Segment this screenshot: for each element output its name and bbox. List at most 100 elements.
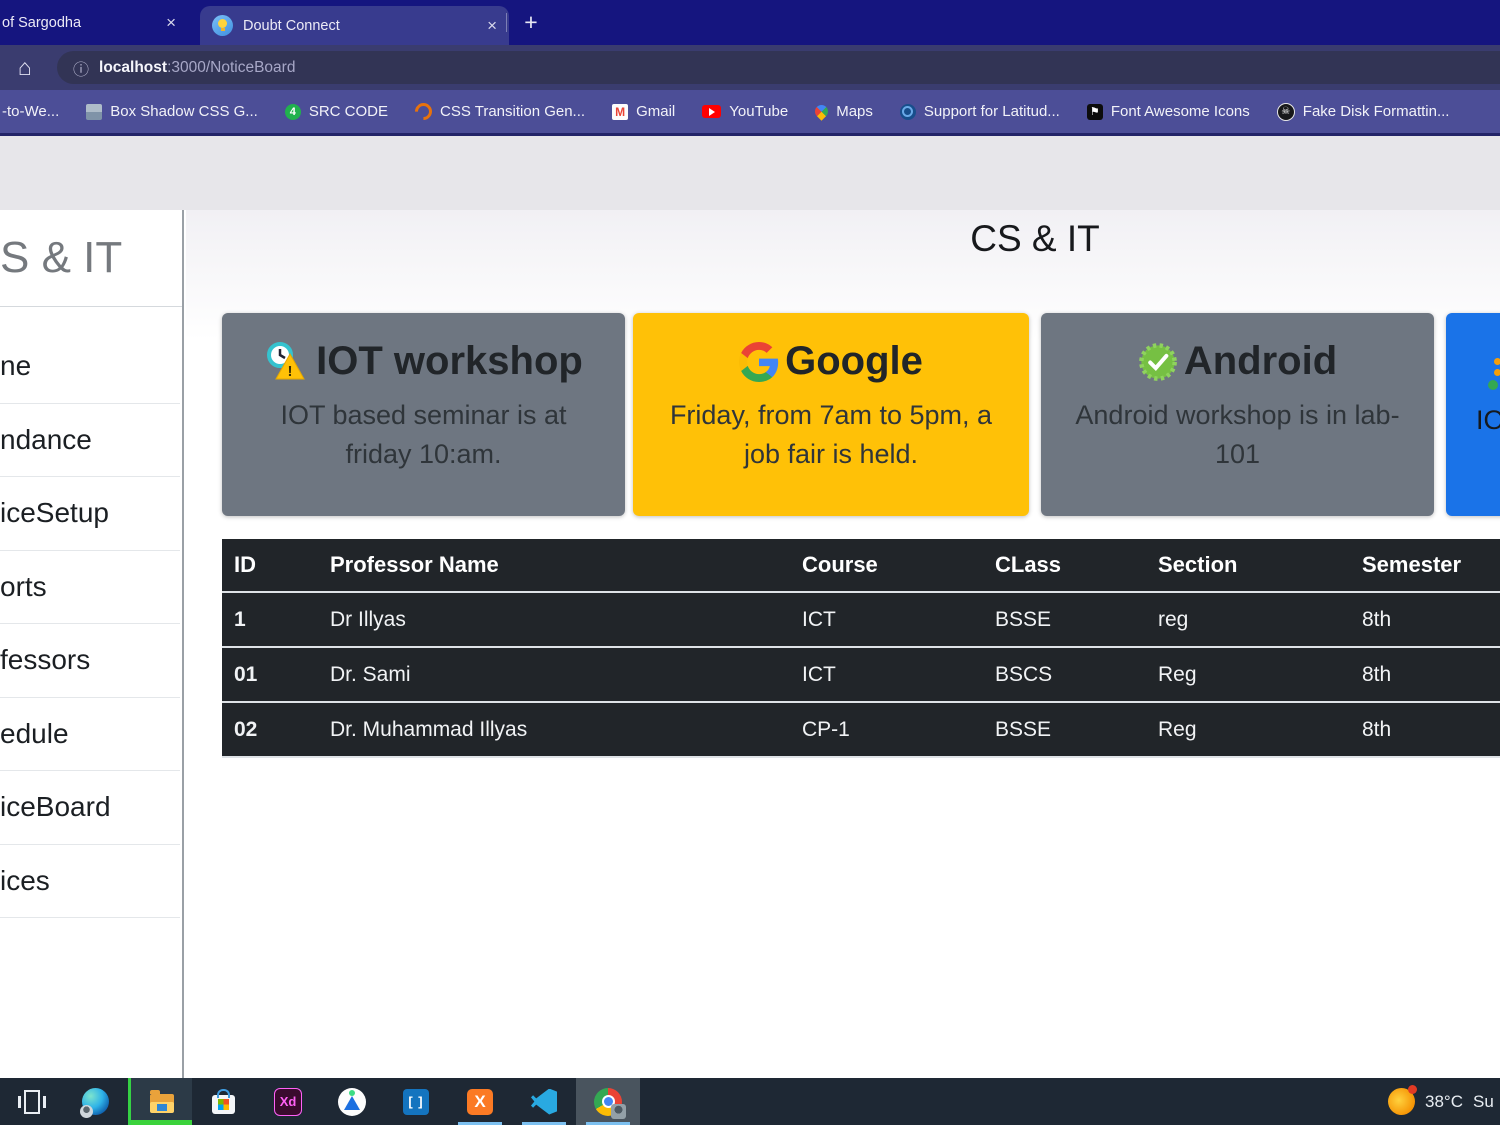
taskbar-app-button[interactable]: [ ] (384, 1078, 448, 1125)
close-tab-icon[interactable]: × (166, 13, 176, 33)
sidebar-item-label: fessors (0, 644, 90, 676)
card-title: Google (785, 339, 923, 384)
sidebar-item[interactable]: orts (0, 551, 180, 625)
taskbar-app-button[interactable] (576, 1078, 640, 1125)
taskbar-app-button[interactable] (320, 1078, 384, 1125)
taskbar-app-button[interactable]: X (448, 1078, 512, 1125)
bookmark-item[interactable]: Box Shadow CSS G... (86, 103, 258, 120)
cell-id: 01 (222, 647, 318, 702)
url-host: localhost (99, 59, 167, 77)
sidebar: S & IT ne ndance iceSetup orts fessors (0, 210, 184, 1078)
tab-title: Doubt Connect (243, 18, 340, 34)
home-icon[interactable]: ⌂ (10, 50, 40, 84)
page-header-band (0, 136, 1500, 210)
sidebar-item[interactable]: ices (0, 845, 180, 919)
bookmark-favicon-icon (411, 99, 435, 123)
card-body: IOT based seminar is at friday 10:am. (222, 396, 625, 474)
table-header-row: IDProfessor NameCourseCLassSectionSemest… (222, 539, 1500, 592)
bookmark-favicon-icon (612, 104, 628, 120)
bookmark-item[interactable]: Support for Latitud... (900, 103, 1060, 120)
bookmark-label: -to-We... (2, 103, 59, 120)
card-body: Android workshop is in lab-101 (1041, 396, 1434, 474)
table-header-cell: Section (1146, 539, 1350, 592)
bookmark-label: Maps (836, 103, 873, 120)
notice-card-iot-workshop: ! IOT workshop IOT based seminar is at f… (222, 313, 625, 516)
table-header-cell: Professor Name (318, 539, 790, 592)
table-row: 01 Dr. Sami ICT BSCS Reg 8th (222, 647, 1500, 702)
card-body: Friday, from 7am to 5pm, a job fair is h… (633, 396, 1029, 474)
bookmark-favicon-icon (285, 104, 301, 120)
sidebar-item[interactable]: iceBoard (0, 771, 180, 845)
bookmark-item[interactable]: CSS Transition Gen... (415, 103, 585, 120)
card-title: IOT workshop (316, 339, 583, 384)
cell-section: Reg (1146, 702, 1350, 757)
tab-separator (506, 13, 507, 32)
taskbar-app-button[interactable] (512, 1078, 576, 1125)
close-tab-icon[interactable]: × (487, 16, 497, 36)
windows-taskbar: Xd [ ] X (0, 1078, 1500, 1125)
table-row: 02 Dr. Muhammad Illyas CP-1 BSSE Reg 8th (222, 702, 1500, 757)
taskbar-app-icon: X (465, 1087, 495, 1117)
table-header-cell: Course (790, 539, 983, 592)
taskbar-app-icon (209, 1087, 239, 1117)
taskbar-app-icon (81, 1087, 111, 1117)
bookmark-item[interactable]: -to-We... (2, 103, 59, 120)
sidebar-item-label: iceBoard (0, 791, 111, 823)
bookmark-item[interactable]: Fake Disk Formattin... (1277, 103, 1450, 121)
sidebar-item[interactable]: edule (0, 698, 180, 772)
taskbar-app-button[interactable] (192, 1078, 256, 1125)
bookmark-item[interactable]: Gmail (612, 103, 675, 120)
weather-widget[interactable]: 38°C Su (1388, 1078, 1494, 1125)
tab-title: of Sargodha (2, 15, 81, 31)
sidebar-item-label: ices (0, 865, 50, 897)
taskbar-app-icon (337, 1087, 367, 1117)
bookmark-item[interactable]: Maps (815, 103, 873, 120)
lightbulb-favicon-icon (212, 15, 233, 36)
bookmark-label: CSS Transition Gen... (440, 103, 585, 120)
cell-professor-name: Dr Illyas (318, 592, 790, 647)
taskbar-app-button[interactable] (128, 1078, 192, 1125)
bookmark-favicon-icon (1277, 103, 1295, 121)
new-tab-button[interactable]: + (516, 7, 546, 37)
table-row: 1 Dr Illyas ICT BSSE reg 8th (222, 592, 1500, 647)
cell-course: ICT (790, 647, 983, 702)
taskbar-app-icon (593, 1087, 623, 1117)
cell-section: reg (1146, 592, 1350, 647)
sidebar-item[interactable]: ndance (0, 404, 180, 478)
weather-temp: 38°C (1425, 1092, 1463, 1112)
taskbar-app-icon (147, 1087, 177, 1117)
taskbar-app-button[interactable]: Xd (256, 1078, 320, 1125)
bookmark-label: Font Awesome Icons (1111, 103, 1250, 120)
notice-card-android: Android Android workshop is in lab-101 (1041, 313, 1434, 516)
cell-class: BSSE (983, 592, 1146, 647)
bookmark-item[interactable]: Font Awesome Icons (1087, 103, 1250, 120)
card-title: Android (1184, 339, 1337, 384)
bookmarks-bar: -to-We... Box Shadow CSS G... SRC CODE C… (0, 90, 1500, 133)
taskbar-app-icon (529, 1087, 559, 1117)
sidebar-item-label: ndance (0, 424, 92, 456)
bookmark-item[interactable]: SRC CODE (285, 103, 388, 120)
page-title: CS & IT (900, 218, 1170, 260)
bookmark-label: Fake Disk Formattin... (1303, 103, 1450, 120)
verified-badge-icon (1138, 342, 1178, 382)
url-bar[interactable]: ⓘ localhost :3000/NoticeBoard (57, 51, 1500, 84)
bookmark-label: Gmail (636, 103, 675, 120)
cell-section: Reg (1146, 647, 1350, 702)
taskbar-app-icon: [ ] (401, 1087, 431, 1117)
taskbar-app-button[interactable] (0, 1078, 64, 1125)
tab-university-of-sargodha[interactable]: of Sargodha × (0, 0, 188, 45)
tab-doubt-connect[interactable]: Doubt Connect × (200, 6, 509, 45)
taskbar-app-button[interactable] (64, 1078, 128, 1125)
cell-class: BSSE (983, 702, 1146, 757)
alarm-warning-icon: ! (264, 341, 310, 383)
cell-professor-name: Dr. Sami (318, 647, 790, 702)
notice-card-google: Google Friday, from 7am to 5pm, a job fa… (633, 313, 1029, 516)
cell-professor-name: Dr. Muhammad Illyas (318, 702, 790, 757)
bookmark-label: SRC CODE (309, 103, 388, 120)
sidebar-item[interactable]: fessors (0, 624, 180, 698)
sidebar-item[interactable]: iceSetup (0, 477, 180, 551)
bookmark-item[interactable]: YouTube (702, 103, 788, 120)
site-info-icon[interactable]: ⓘ (73, 56, 89, 80)
bookmark-label: YouTube (729, 103, 788, 120)
sidebar-item[interactable]: ne (0, 330, 180, 404)
